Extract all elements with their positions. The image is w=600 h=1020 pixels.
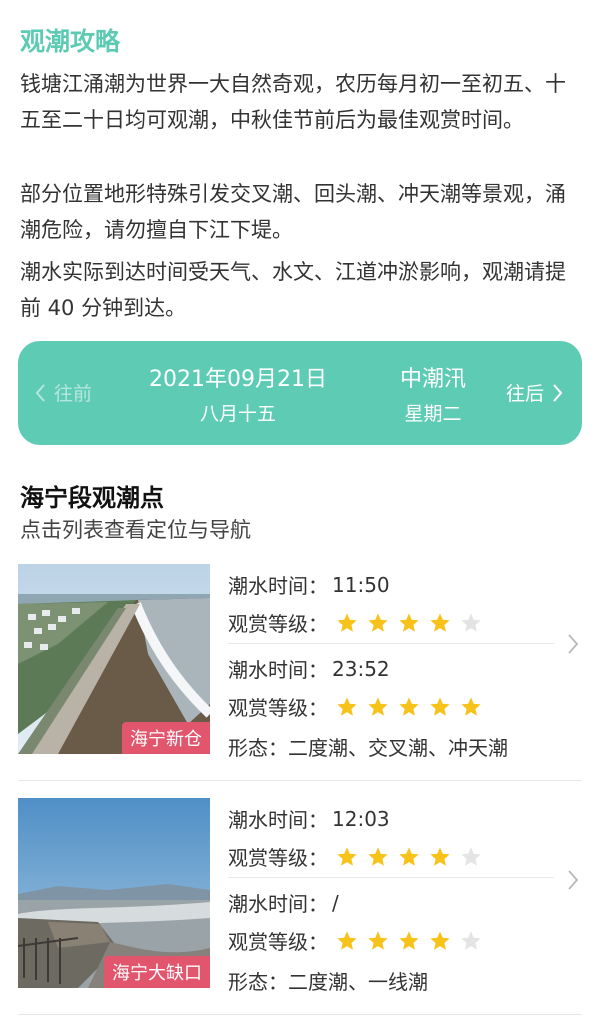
rating-label: 观赏等级： (228, 612, 328, 636)
chevron-right-icon (568, 870, 579, 890)
chevron-right-icon (568, 634, 579, 654)
rating-stars (336, 846, 482, 868)
rating-label: 观赏等级： (228, 846, 328, 870)
star-filled-icon (399, 930, 419, 950)
rating-stars (336, 612, 482, 634)
weekday: 星期二 (404, 403, 462, 425)
star-filled-icon (368, 696, 388, 716)
form-row: 形态： 二度潮、交叉潮、冲天潮 (228, 732, 508, 761)
guide-paragraph-2: 部分位置地形特殊引发交叉潮、回头潮、冲天潮等景观，涌潮危险，请勿擅自下江下堤。 (20, 182, 566, 242)
section-title: 海宁段观潮点 (20, 484, 164, 512)
tide-time-label: 潮水时间： (228, 574, 328, 598)
form-value: 二度潮、交叉潮、冲天潮 (288, 736, 508, 760)
tide-type: 中潮汛 (399, 367, 466, 392)
spot-list-item[interactable]: 海宁新仓 潮水时间： 11:50 观赏等级： 潮水时间： 23:52 观赏等级：… (18, 564, 582, 780)
star-filled-icon (461, 696, 481, 716)
list-divider (18, 780, 582, 781)
section-subtitle: 点击列表查看定位与导航 (20, 518, 251, 542)
form-label: 形态： (228, 736, 288, 760)
star-filled-icon (430, 930, 450, 950)
star-filled-icon (399, 612, 419, 632)
tide-time-label: 潮水时间： (228, 808, 328, 832)
rating-stars (336, 930, 482, 952)
tide-time-value: / (332, 890, 339, 915)
tide-time-row: 潮水时间： 12:03 (228, 804, 390, 833)
tide-time-row: 潮水时间： 23:52 (228, 654, 390, 683)
tide-time-label: 潮水时间： (228, 892, 328, 916)
tide-time-label: 潮水时间： (228, 658, 328, 682)
list-divider (18, 1014, 582, 1015)
divider (228, 643, 554, 644)
chevron-left-icon (35, 383, 45, 402)
rating-label: 观赏等级： (228, 696, 328, 720)
star-filled-icon (337, 930, 357, 950)
solar-date: 2021年09月21日 (149, 367, 327, 392)
star-empty-icon (461, 612, 481, 632)
spot-photo: 海宁新仓 (18, 564, 210, 754)
form-value: 二度潮、一线潮 (288, 970, 428, 994)
lunar-date: 八月十五 (199, 403, 276, 425)
rating-row: 观赏等级： (228, 692, 482, 721)
prev-day-button[interactable]: 往前 (32, 379, 92, 406)
star-filled-icon (337, 696, 357, 716)
star-empty-icon (461, 846, 481, 866)
rating-row: 观赏等级： (228, 926, 482, 955)
page: 观潮攻略 钱塘江涌潮为世界一大自然奇观，农历每月初一至初五、十五至二十日均可观潮… (0, 0, 600, 1020)
spot-name-badge: 海宁新仓 (122, 722, 210, 754)
star-filled-icon (368, 846, 388, 866)
star-filled-icon (430, 696, 450, 716)
prev-day-label: 往前 (54, 383, 93, 405)
tide-time-row: 潮水时间： / (228, 888, 339, 917)
star-filled-icon (337, 846, 357, 866)
divider (228, 877, 554, 878)
rating-row: 观赏等级： (228, 842, 482, 871)
rating-stars (336, 696, 482, 718)
chevron-right-icon (553, 383, 563, 402)
star-filled-icon (337, 612, 357, 632)
next-day-button[interactable]: 往后 (506, 379, 566, 406)
star-filled-icon (430, 846, 450, 866)
spot-photo: 海宁大缺口 (18, 798, 210, 988)
rating-row: 观赏等级： (228, 608, 482, 637)
star-filled-icon (399, 846, 419, 866)
star-filled-icon (399, 696, 419, 716)
tide-time-value: 11:50 (332, 572, 390, 597)
next-day-label: 往后 (505, 383, 544, 405)
spot-name-badge: 海宁大缺口 (104, 956, 210, 988)
guide-title: 观潮攻略 (20, 27, 121, 56)
spot-list-item[interactable]: 海宁大缺口 潮水时间： 12:03 观赏等级： 潮水时间： / 观赏等级： 形态… (18, 798, 582, 1014)
date-selector: 往前 2021年09月21日 八月十五 中潮汛 星期二 往后 (18, 341, 582, 445)
star-filled-icon (368, 930, 388, 950)
tide-time-value: 23:52 (332, 656, 390, 681)
form-row: 形态： 二度潮、一线潮 (228, 966, 428, 995)
star-filled-icon (430, 612, 450, 632)
star-filled-icon (368, 612, 388, 632)
form-label: 形态： (228, 970, 288, 994)
rating-label: 观赏等级： (228, 930, 328, 954)
star-empty-icon (461, 930, 481, 950)
tide-time-value: 12:03 (332, 806, 390, 831)
guide-paragraph-1: 钱塘江涌潮为世界一大自然奇观，农历每月初一至初五、十五至二十日均可观潮，中秋佳节… (20, 72, 566, 132)
guide-paragraph-3: 潮水实际到达时间受天气、水文、江道冲淤影响，观潮请提前 40 分钟到达。 (20, 260, 566, 320)
tide-time-row: 潮水时间： 11:50 (228, 570, 390, 599)
